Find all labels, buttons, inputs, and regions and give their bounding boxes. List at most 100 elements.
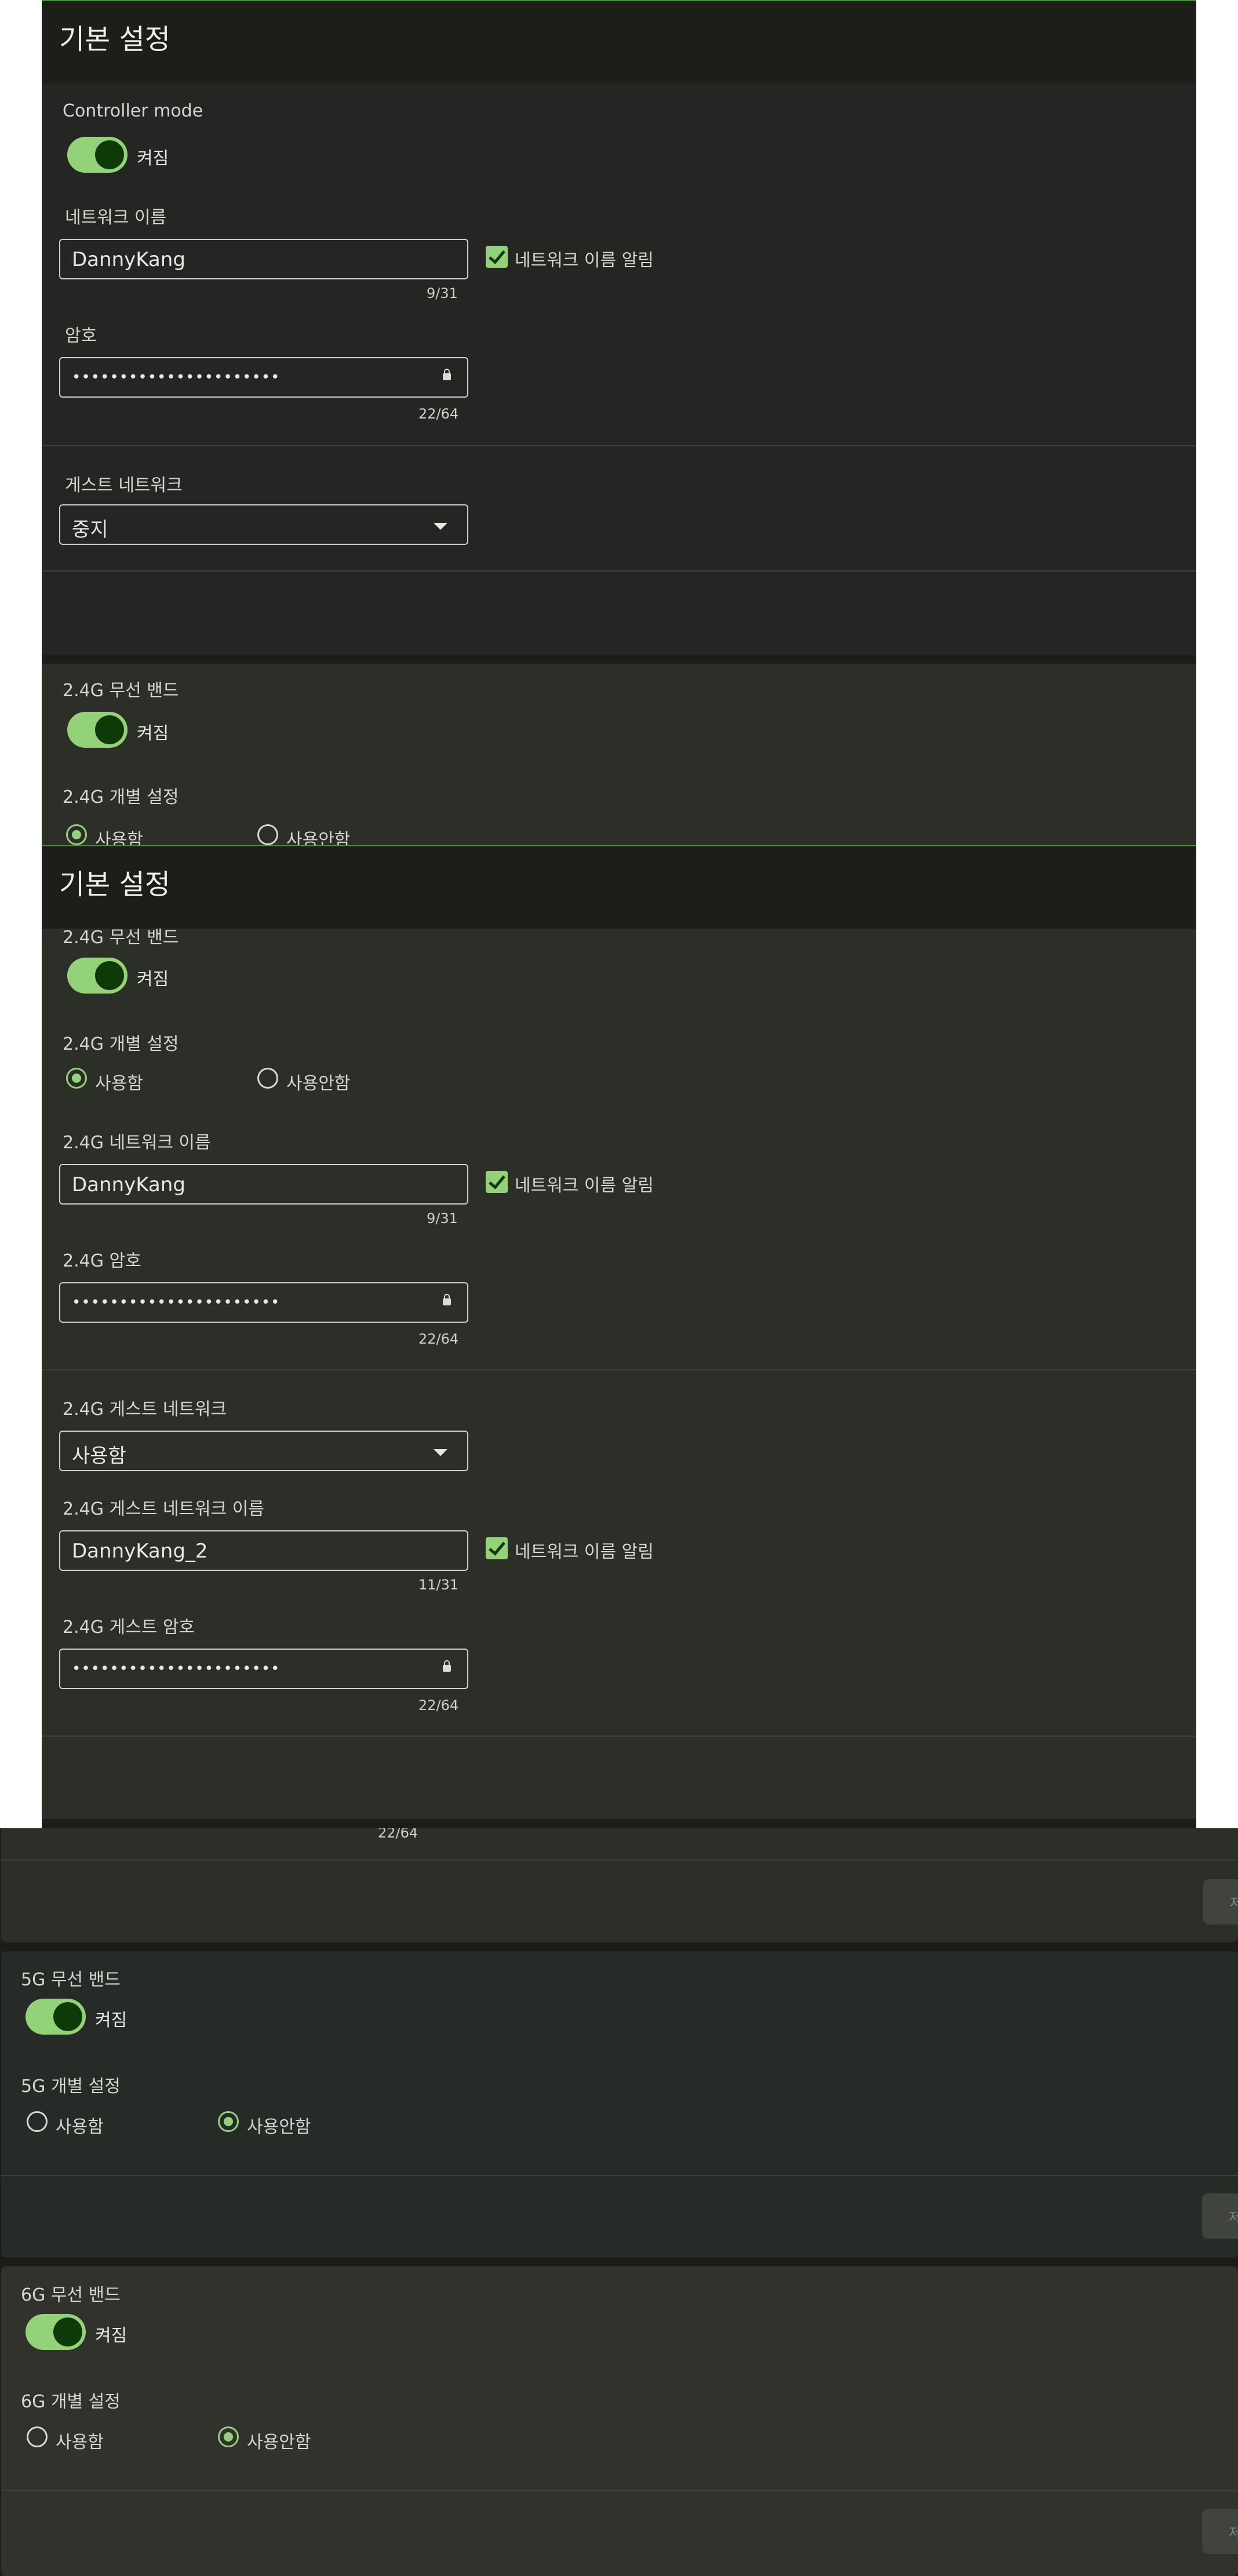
band24-guest-name-counter: 11/31 (418, 1577, 459, 1593)
band24-network-name-counter: 9/31 (427, 1210, 458, 1227)
band24-partial-counter: 22/64 (378, 1828, 418, 1841)
network-name-counter: 9/31 (427, 285, 458, 301)
band6-individual-label: 6G 개별 설정 (21, 2392, 121, 2412)
password-input[interactable]: •••••••••••••••••••••• (59, 357, 468, 398)
band6-label: 6G 무선 밴드 (21, 2285, 121, 2305)
band24-toggle[interactable] (67, 712, 128, 748)
save-button-label: 저 (1229, 2526, 1238, 2541)
save-button-label: 저 (1229, 2211, 1238, 2225)
band6-card: 6G 무선 밴드 켜짐 6G 개별 설정 사용함 사용안함 저 (1, 2266, 1238, 2576)
broadcast-name-checkbox[interactable] (486, 1171, 508, 1193)
password-label: 암호 (65, 326, 97, 346)
band24-guest-password-input[interactable]: •••••••••••••••••••••• (59, 1649, 468, 1689)
band24-guest-password-label: 2.4G 게스트 암호 (63, 1617, 195, 1638)
controller-mode-state: 켜짐 (137, 148, 169, 169)
radio-not-use-label: 사용안함 (286, 830, 351, 846)
radio-use[interactable] (27, 2111, 48, 2132)
radio-not-use-label: 사용안함 (247, 2432, 311, 2453)
dropdown-caret-icon (434, 1449, 447, 1456)
band24-password-label: 2.4G 암호 (63, 1251, 141, 1271)
broadcast-name-checkbox[interactable] (486, 246, 508, 268)
network-name-input[interactable]: DannyKang (59, 239, 468, 279)
radio-not-use[interactable] (257, 824, 278, 845)
guest-network-select[interactable]: 중지 (59, 504, 468, 545)
toggle-knob (95, 961, 124, 990)
band5-card: 5G 무선 밴드 켜짐 5G 개별 설정 사용함 사용안함 저 (1, 1951, 1238, 2257)
guest-broadcast-name-checkbox[interactable] (486, 1537, 508, 1559)
radio-not-use-label: 사용안함 (286, 1074, 351, 1094)
basic-settings-panel-2: 기본 설정 2.4G 무선 밴드 켜짐 2.4G 개별 설정 사용함 사용안함 … (42, 845, 1196, 1828)
band24-guest-network-select[interactable]: 사용함 (59, 1431, 468, 1471)
band6-state: 켜짐 (95, 2326, 128, 2346)
radio-use-label: 사용함 (95, 1074, 143, 1094)
toggle-knob (53, 2317, 82, 2346)
save-button[interactable]: 저 (1202, 2509, 1238, 2554)
lock-icon (443, 1660, 451, 1672)
band24-state: 켜짐 (137, 969, 169, 989)
toggle-knob (95, 715, 124, 744)
band-settings-panel: 22/64 저 5G 무선 밴드 켜짐 5G 개별 설정 사용함 사용안함 저 … (0, 1828, 1238, 2576)
divider (1, 2175, 1238, 2176)
band24-network-name-label: 2.4G 네트워크 이름 (63, 1133, 211, 1153)
divider (42, 1735, 1196, 1737)
band24-password-input[interactable]: •••••••••••••••••••••• (59, 1282, 468, 1323)
network-name-label: 네트워크 이름 (65, 208, 167, 228)
radio-not-use[interactable] (257, 1068, 278, 1089)
band24-guest-password-counter: 22/64 (418, 1697, 459, 1713)
password-counter: 22/64 (418, 406, 459, 422)
panel-title: 기본 설정 (59, 23, 170, 56)
band5-state: 켜짐 (95, 2010, 128, 2031)
band24-guest-network-value: 사용함 (72, 1445, 126, 1468)
radio-use[interactable] (66, 1068, 87, 1089)
divider (1, 1860, 1238, 1861)
password-value: •••••••••••••••••••••• (72, 369, 281, 386)
band24-guest-network-label: 2.4G 게스트 네트워크 (63, 1399, 227, 1420)
band5-individual-label: 5G 개별 설정 (21, 2076, 121, 2097)
band24-guest-name-input[interactable]: DannyKang_2 (59, 1530, 468, 1571)
lock-icon (443, 369, 451, 380)
controller-mode-toggle[interactable] (67, 137, 128, 173)
dropdown-caret-icon (434, 523, 447, 530)
section-gap (42, 655, 1196, 664)
radio-not-use[interactable] (218, 2426, 239, 2447)
band24-state: 켜짐 (137, 723, 169, 744)
band24-guest-name-value: DannyKang_2 (72, 1540, 208, 1563)
save-button[interactable]: 저 (1203, 1879, 1238, 1924)
radio-use-label: 사용함 (56, 2117, 104, 2137)
radio-not-use[interactable] (218, 2111, 239, 2132)
band24-card-bottom: 22/64 저 (1, 1828, 1238, 1942)
band24-individual-label: 2.4G 개별 설정 (63, 787, 179, 807)
basic-settings-panel-1: 기본 설정 Controller mode 켜짐 네트워크 이름 DannyKa… (42, 0, 1196, 846)
band5-label: 5G 무선 밴드 (21, 1970, 121, 1990)
radio-use-label: 사용함 (56, 2432, 104, 2453)
band5-toggle[interactable] (26, 1999, 86, 2035)
broadcast-name-label: 네트워크 이름 알림 (515, 1176, 654, 1196)
panel-header: 기본 설정 (42, 845, 1196, 929)
divider (42, 445, 1196, 446)
section-gap (42, 1819, 1196, 1828)
band24-individual-label: 2.4G 개별 설정 (63, 1034, 179, 1054)
band24-toggle[interactable] (67, 958, 128, 994)
controller-mode-label: Controller mode (63, 101, 203, 121)
radio-use[interactable] (66, 824, 87, 845)
band24-password-counter: 22/64 (418, 1331, 459, 1347)
divider (42, 570, 1196, 572)
panel-title: 기본 설정 (59, 868, 170, 901)
radio-use-label: 사용함 (95, 830, 143, 846)
band24-label: 2.4G 무선 밴드 (63, 681, 179, 701)
divider (42, 1369, 1196, 1370)
lock-icon (443, 1294, 451, 1305)
radio-use[interactable] (27, 2426, 48, 2447)
band24-network-name-input[interactable]: DannyKang (59, 1164, 468, 1205)
guest-network-value: 중지 (72, 518, 108, 541)
save-button[interactable]: 저 (1202, 2193, 1238, 2239)
band6-toggle[interactable] (26, 2314, 86, 2350)
network-name-value: DannyKang (72, 248, 185, 271)
band24-guest-name-label: 2.4G 게스트 네트워크 이름 (63, 1499, 264, 1519)
toggle-knob (53, 2002, 82, 2031)
toggle-knob (95, 140, 124, 169)
band24-label: 2.4G 무선 밴드 (63, 927, 179, 948)
save-button-label: 저 (1230, 1897, 1238, 1911)
band24-section: 2.4G 무선 밴드 켜짐 2.4G 개별 설정 사용함 사용안함 (42, 664, 1196, 846)
radio-not-use-label: 사용안함 (247, 2117, 311, 2137)
